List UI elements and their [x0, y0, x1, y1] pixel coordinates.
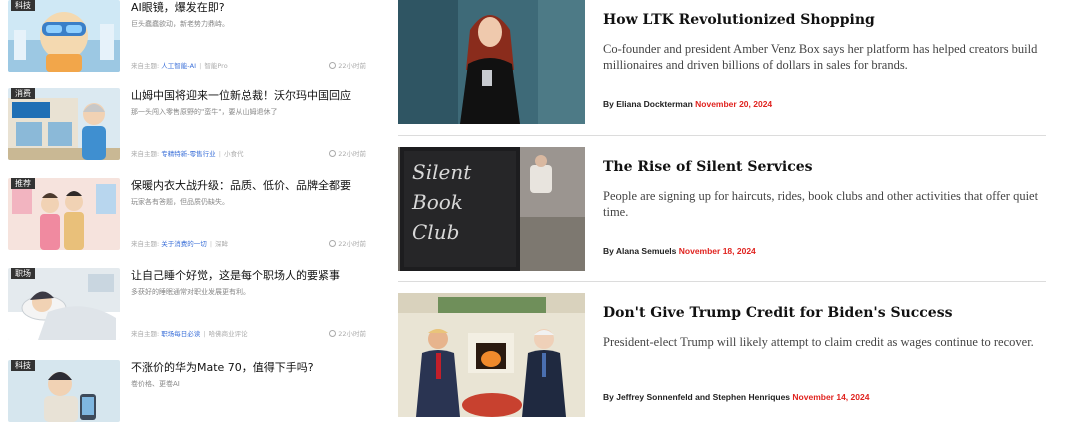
- source-name: 小食代: [224, 150, 244, 158]
- article-image[interactable]: Silent Book Club: [398, 147, 585, 271]
- author-name: By Jeffrey Sonnenfeld and Stephen Henriq…: [603, 392, 791, 402]
- article-title[interactable]: The Rise of Silent Services: [603, 157, 813, 177]
- article-byline: By Alana Semuels November 18, 2024: [603, 246, 756, 257]
- feed-item-title[interactable]: AI眼镜，爆发在即?: [131, 0, 366, 15]
- clock-icon: [329, 330, 337, 337]
- clock-icon: [329, 240, 337, 247]
- topic-link[interactable]: 职场每日必读: [161, 330, 200, 338]
- feed-item-meta: 来自主题: 关于消费的一切 | 深眸: [131, 240, 228, 249]
- clock-icon: [329, 62, 337, 69]
- article-thumbnail[interactable]: 科技: [8, 0, 120, 72]
- article-thumbnail[interactable]: 科技: [8, 360, 120, 422]
- category-tag: 科技: [11, 360, 35, 371]
- article-description: People are signing up for haircuts, ride…: [603, 189, 1039, 219]
- author-name: By Alana Semuels: [603, 246, 677, 256]
- feed-item-time: 22小时前: [329, 150, 366, 159]
- article-byline: By Eliana Dockterman November 20, 2024: [603, 99, 772, 110]
- article-date: November 20, 2024: [695, 99, 773, 109]
- silent-book-club-photo: Silent Book Club: [398, 147, 585, 271]
- clock-icon: [329, 150, 337, 157]
- category-tag: 职场: [11, 268, 35, 279]
- meta-prefix: 来自主题:: [131, 330, 160, 338]
- category-tag: 消费: [11, 88, 35, 99]
- feed-item-subtitle: 多获好的睡眠通常对职业发展更有利。: [131, 288, 250, 296]
- article-image[interactable]: [398, 293, 585, 417]
- article-card[interactable]: How LTK Revolutionized Shopping Co-found…: [398, 0, 1048, 126]
- article-image[interactable]: [398, 0, 585, 124]
- topic-link[interactable]: 关于消费的一切: [161, 240, 207, 248]
- meta-prefix: 来自主题:: [131, 240, 160, 248]
- feed-item-title[interactable]: 让自己睡个好觉，这是每个职场人的要紧事: [131, 268, 366, 283]
- article-divider: [398, 281, 1046, 282]
- oval-office-photo: [398, 293, 585, 417]
- meta-separator: |: [218, 150, 221, 158]
- feed-item[interactable]: 消费 山姆中国将迎来一位新总裁！沃尔玛中国回应 那一头闯入零售原野的"蛮牛"，要…: [8, 88, 370, 168]
- feed-item[interactable]: 职场 让自己睡个好觉，这是每个职场人的要紧事 多获好的睡眠通常对职业发展更有利。…: [8, 268, 370, 348]
- meta-separator: |: [199, 62, 202, 70]
- portrait-photo: [398, 0, 585, 124]
- time-text: 22小时前: [338, 240, 366, 248]
- article-thumbnail[interactable]: 职场: [8, 268, 120, 340]
- article-description: President-elect Trump will likely attemp…: [603, 335, 1034, 349]
- feed-item-meta: 来自主题: 人工智能-AI | 智能Pro: [131, 62, 228, 71]
- article-thumbnail[interactable]: 推荐: [8, 178, 120, 250]
- sign-text-silent: Silent: [412, 160, 472, 184]
- meta-separator: |: [203, 330, 206, 338]
- time-text: 22小时前: [338, 62, 366, 70]
- feed-item-subtitle: 那一头闯入零售原野的"蛮牛"，要从山姆退休了: [131, 108, 278, 116]
- meta-separator: |: [209, 240, 213, 248]
- topic-link[interactable]: 专精特新-零售行业: [161, 150, 215, 158]
- meta-prefix: 来自主题:: [131, 150, 160, 158]
- feed-item-subtitle: 玩家各有答题，但品质仍缺失。: [131, 198, 229, 206]
- source-name: 智能Pro: [204, 62, 228, 70]
- source-name: 深眸: [215, 240, 229, 248]
- feed-item-time: 22小时前: [329, 62, 366, 71]
- feed-item-meta: 来自主题: 专精特新-零售行业 | 小食代: [131, 150, 244, 159]
- author-name: By Eliana Dockterman: [603, 99, 693, 109]
- feed-item-title[interactable]: 不涨价的华为Mate 70，值得下手吗?: [131, 360, 366, 375]
- source-name: 哈佛商业评论: [208, 330, 248, 338]
- time-text: 22小时前: [338, 330, 366, 338]
- article-byline: By Jeffrey Sonnenfeld and Stephen Henriq…: [603, 392, 869, 403]
- feed-item-subtitle: 卷价格、更卷AI: [131, 380, 180, 388]
- article-description: Co-founder and president Amber Venz Box …: [603, 42, 1038, 72]
- topic-link[interactable]: 人工智能-AI: [161, 62, 196, 70]
- time-text: 22小时前: [338, 150, 366, 158]
- feed-item-time: 22小时前: [329, 330, 366, 339]
- sign-text-club: Club: [412, 220, 459, 244]
- category-tag: 推荐: [11, 178, 35, 189]
- feed-item-time: 22小时前: [329, 240, 366, 249]
- article-card[interactable]: Silent Book Club The Rise of Silent Serv…: [398, 147, 1048, 273]
- article-title[interactable]: How LTK Revolutionized Shopping: [603, 10, 875, 30]
- feed-item-title[interactable]: 保暖内衣大战升级：品质、低价、品牌全都要: [131, 178, 366, 193]
- feed-item-subtitle: 巨头蠢蠢欲动，新老势力鼎峙。: [131, 20, 229, 28]
- chinese-news-feed: 科技 AI眼镜，爆发在即? 巨头蠢蠢欲动，新老势力鼎峙。 来自主题: 人工智能-…: [0, 0, 375, 422]
- feed-item-meta: 来自主题: 职场每日必读 | 哈佛商业评论: [131, 330, 248, 339]
- article-thumbnail[interactable]: 消费: [8, 88, 120, 160]
- sign-text-book: Book: [411, 190, 463, 214]
- article-divider: [398, 135, 1046, 136]
- feed-item-title[interactable]: 山姆中国将迎来一位新总裁！沃尔玛中国回应: [131, 88, 366, 103]
- feed-item[interactable]: 推荐 保暖内衣大战升级：品质、低价、品牌全都要 玩家各有答题，但品质仍缺失。 来…: [8, 178, 370, 258]
- english-article-feed: How LTK Revolutionized Shopping Co-found…: [398, 0, 1058, 422]
- category-tag: 科技: [11, 0, 35, 11]
- article-date: November 14, 2024: [792, 392, 870, 402]
- meta-prefix: 来自主题:: [131, 62, 160, 70]
- feed-item[interactable]: 科技 不涨价的华为Mate 70，值得下手吗? 卷价格、更卷AI: [8, 360, 370, 422]
- feed-item[interactable]: 科技 AI眼镜，爆发在即? 巨头蠢蠢欲动，新老势力鼎峙。 来自主题: 人工智能-…: [8, 0, 370, 80]
- article-card[interactable]: Don't Give Trump Credit for Biden's Succ…: [398, 293, 1048, 419]
- article-title[interactable]: Don't Give Trump Credit for Biden's Succ…: [603, 303, 952, 323]
- article-date: November 18, 2024: [678, 246, 756, 256]
